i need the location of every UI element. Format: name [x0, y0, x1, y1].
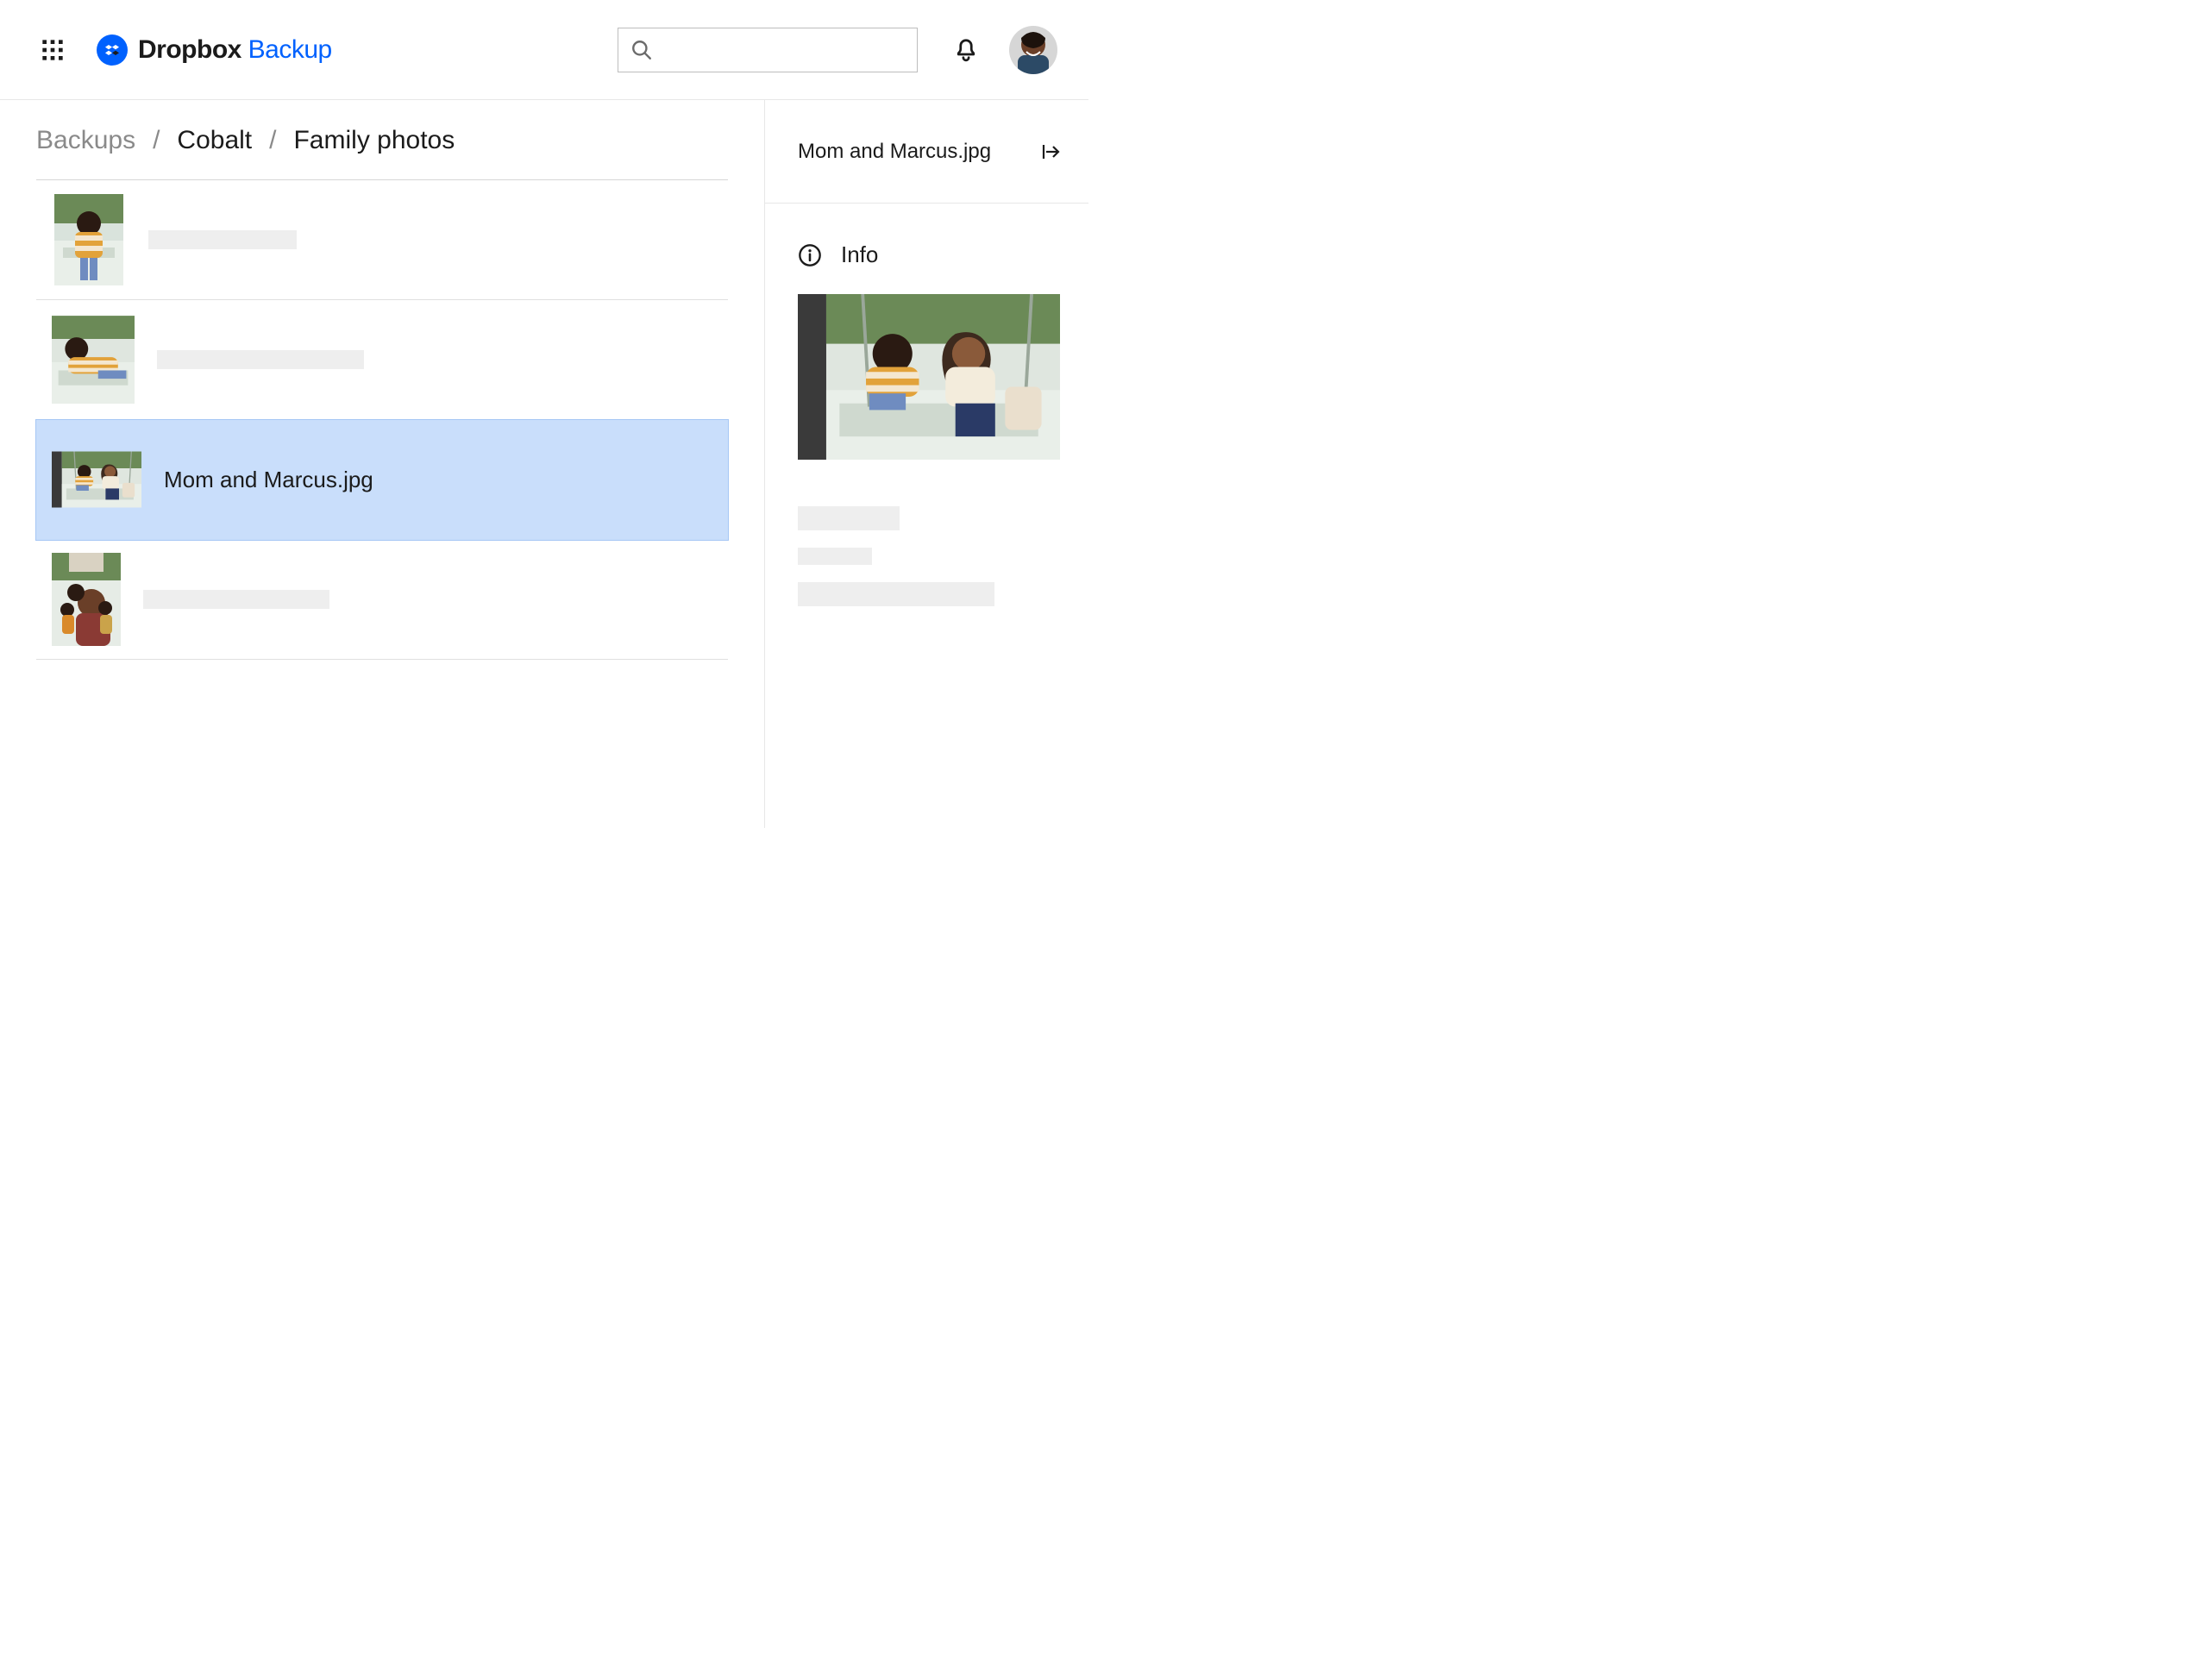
- filename-placeholder: [148, 230, 297, 249]
- brand[interactable]: Dropbox Backup: [97, 34, 332, 66]
- brand-logo-icon: [97, 34, 128, 66]
- brand-text: Dropbox Backup: [138, 35, 332, 65]
- breadcrumb-mid[interactable]: Cobalt: [177, 126, 252, 155]
- info-section-header: Info: [798, 241, 1063, 268]
- account-avatar[interactable]: [1009, 26, 1057, 74]
- search-icon: [630, 39, 653, 61]
- file-row[interactable]: [36, 540, 728, 660]
- file-row[interactable]: [36, 180, 728, 300]
- app-header: Dropbox Backup: [0, 0, 1088, 100]
- file-name: Mom and Marcus.jpg: [164, 467, 373, 493]
- notifications-button[interactable]: [949, 33, 983, 67]
- file-preview-image[interactable]: [798, 294, 1060, 460]
- details-panel: Mom and Marcus.jpg Info: [764, 100, 1088, 828]
- file-row-selected[interactable]: Mom and Marcus.jpg: [36, 420, 728, 540]
- details-title: Mom and Marcus.jpg: [798, 140, 991, 164]
- apps-grid-button[interactable]: [40, 37, 66, 63]
- search-box[interactable]: [618, 28, 918, 72]
- main-panel: Backups / Cobalt / Family photos Mom and…: [0, 100, 764, 828]
- file-row[interactable]: [36, 300, 728, 420]
- apps-grid-icon: [41, 38, 65, 62]
- breadcrumb-separator: /: [269, 126, 276, 155]
- file-thumbnail-icon: [52, 194, 126, 285]
- filename-placeholder: [157, 350, 364, 369]
- details-header: Mom and Marcus.jpg: [765, 100, 1088, 204]
- avatar-icon: [1009, 26, 1057, 74]
- file-thumbnail-icon: [52, 315, 135, 404]
- metadata-placeholder: [798, 582, 994, 606]
- brand-main: Dropbox: [138, 35, 242, 64]
- collapse-right-icon: [1041, 141, 1062, 162]
- breadcrumb: Backups / Cobalt / Family photos: [36, 126, 728, 180]
- filename-placeholder: [143, 590, 329, 609]
- brand-accent: Backup: [248, 35, 332, 64]
- metadata-placeholder: [798, 548, 872, 565]
- metadata-placeholder: [798, 506, 900, 530]
- info-icon: [798, 243, 822, 267]
- file-thumbnail-icon: [52, 553, 121, 646]
- breadcrumb-separator: /: [153, 126, 160, 155]
- bell-icon: [953, 37, 979, 63]
- file-list: Mom and Marcus.jpg: [36, 180, 728, 660]
- file-thumbnail-icon: [52, 449, 141, 510]
- collapse-panel-button[interactable]: [1040, 141, 1063, 163]
- breadcrumb-root[interactable]: Backups: [36, 126, 135, 155]
- info-label: Info: [841, 241, 878, 268]
- breadcrumb-current: Family photos: [293, 126, 455, 155]
- search-input[interactable]: [662, 28, 905, 72]
